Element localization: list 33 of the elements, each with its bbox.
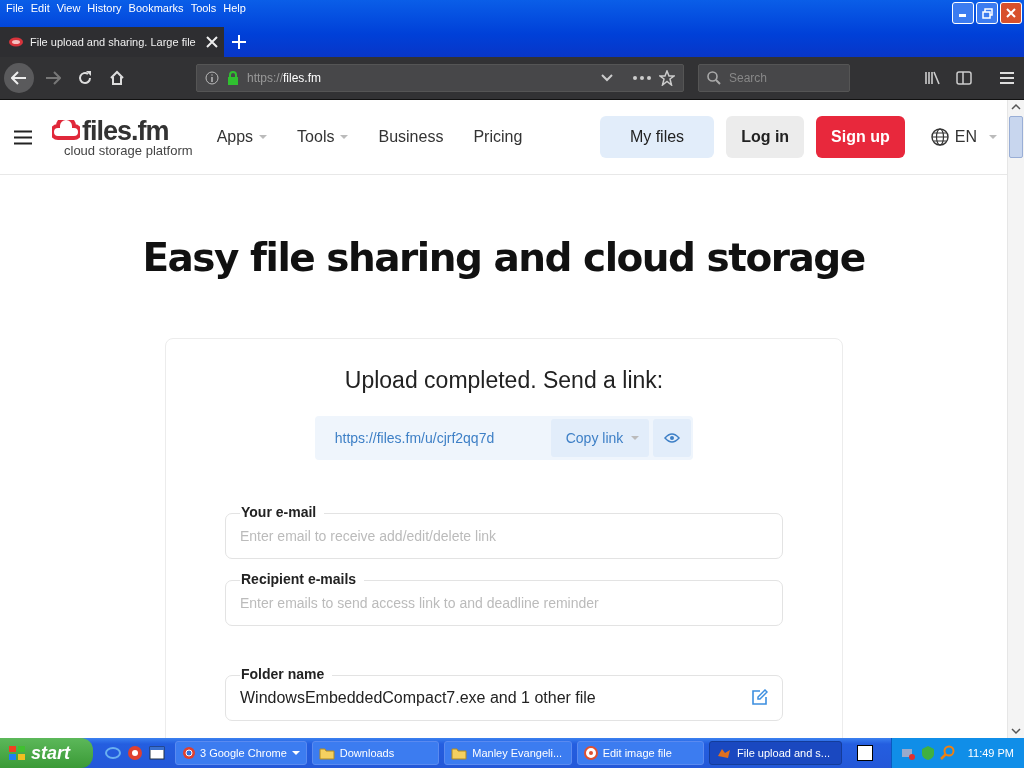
language-selector[interactable]: EN [930,128,997,146]
my-files-button[interactable]: My files [599,116,715,158]
field-label: Folder name [240,666,333,682]
taskbar-button[interactable]: Downloads [311,741,440,765]
nav-link[interactable]: Apps [216,128,268,146]
nav-link[interactable]: Pricing [473,128,523,146]
share-link[interactable]: https://files.fm/u/cjrf2qq7d [334,430,547,446]
menu-item[interactable]: View [54,1,86,14]
taskbar-button[interactable]: Manley Evangeli... [444,741,572,765]
menu-item[interactable]: File [4,1,29,14]
taskbar-button[interactable]: 3 Google Chrome [174,741,307,765]
logo-text[interactable]: files.fm [82,117,169,144]
page-heading: Easy file sharing and cloud storage [141,235,866,280]
field-label: Your e-mail [240,504,325,520]
taskbar-button[interactable]: File upload and s... [709,741,843,765]
login-button[interactable]: Log in [726,116,805,158]
search-field[interactable]: Search [698,64,850,92]
menu-item[interactable]: Tools [188,1,222,14]
browser-tab[interactable]: File upload and sharing. Large file [0,26,224,57]
menu-item[interactable]: History [85,1,127,14]
menu-item[interactable]: Help [221,1,251,14]
menu-item[interactable]: Edit [28,1,55,14]
menu-item[interactable]: Bookmarks [126,1,189,14]
signup-button[interactable]: Sign up [816,116,905,158]
card-title: Upload completed. Send a link: [344,367,664,394]
nav-link[interactable]: Business [378,128,444,146]
tagline: cloud storage platform [64,143,193,157]
taskbar-button[interactable]: Edit image file [576,741,705,765]
address-bar[interactable]: https://files.fm [196,64,684,92]
nav-link[interactable]: Tools [297,128,349,146]
field-label: Recipient e-mails [240,571,365,587]
copy-link-button[interactable]: Copy link [550,419,650,457]
clock: 11:49 PM [967,747,1014,759]
